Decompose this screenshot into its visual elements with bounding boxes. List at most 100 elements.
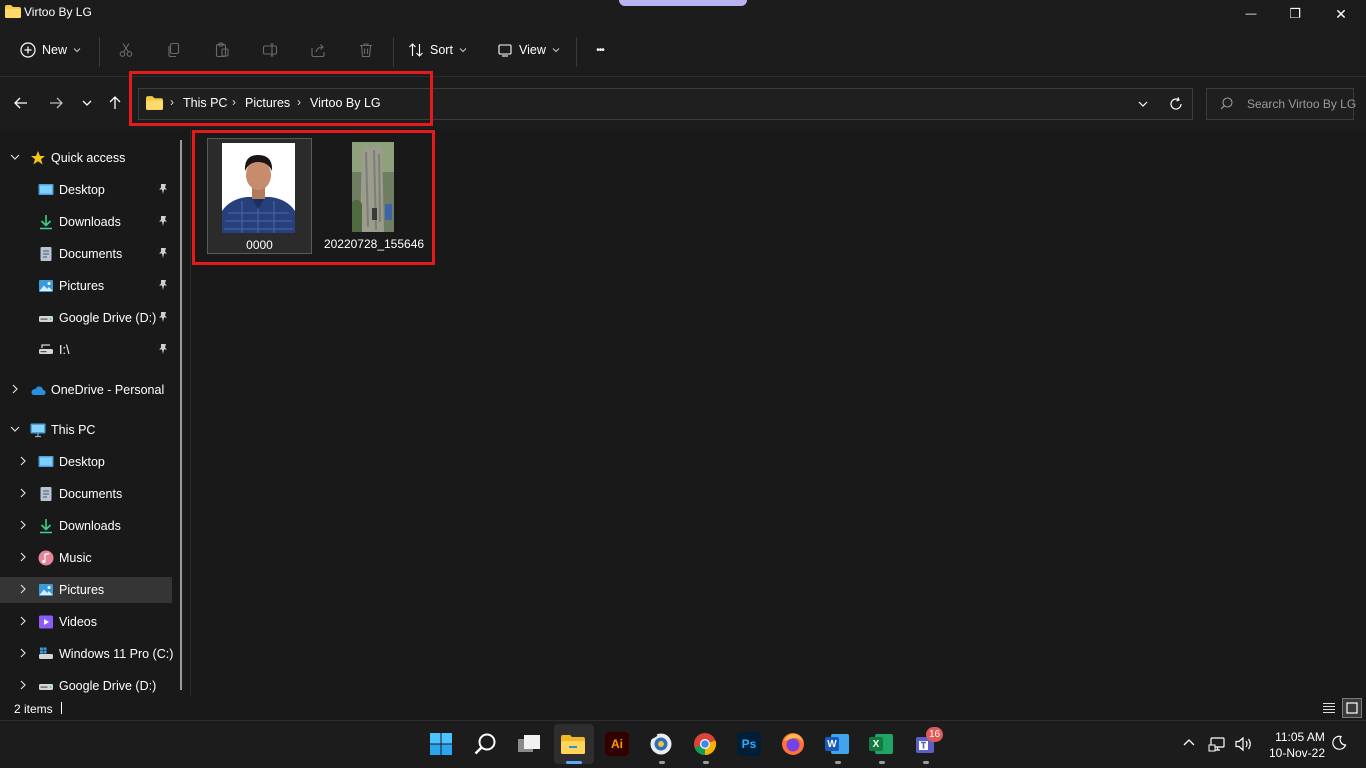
sidebar-item-desktop[interactable]: Desktop xyxy=(0,177,172,203)
clock-date[interactable]: 10-Nov-22 xyxy=(1262,746,1332,760)
pictures-icon xyxy=(39,584,53,596)
sidebar-item-label: Desktop xyxy=(59,183,105,197)
sidebar-item-quick-access[interactable]: Quick access xyxy=(0,145,172,171)
up-button[interactable] xyxy=(104,92,126,114)
refresh-icon xyxy=(1170,97,1182,110)
sort-icon xyxy=(409,43,423,57)
large-icons-view-button[interactable] xyxy=(1342,698,1362,718)
minimize-button[interactable]: — xyxy=(1228,0,1274,28)
chevron-down-icon xyxy=(552,48,560,53)
window-title: Virtoo By LG xyxy=(24,5,92,19)
view-button[interactable]: View xyxy=(491,34,566,66)
taskbar-task-view[interactable] xyxy=(513,728,545,760)
sidebar-item-pc-d-drive[interactable]: Google Drive (D:) xyxy=(0,673,172,699)
sidebar-scrollbar[interactable] xyxy=(180,140,182,690)
photo-app-icon xyxy=(650,733,672,755)
rename-button[interactable] xyxy=(258,38,282,62)
cut-button[interactable] xyxy=(114,38,138,62)
details-view-icon xyxy=(1323,702,1335,714)
maximize-button[interactable]: ❐ xyxy=(1272,0,1318,28)
close-button[interactable]: ✕ xyxy=(1318,0,1364,28)
taskbar-search[interactable] xyxy=(469,728,501,760)
focus-assist-button[interactable] xyxy=(1331,735,1349,753)
recent-locations-button[interactable] xyxy=(76,92,98,114)
volume-control[interactable] xyxy=(1234,735,1254,753)
chevron-right-icon xyxy=(20,456,26,466)
taskbar-word[interactable]: W xyxy=(821,728,853,760)
sidebar-item-pc-documents[interactable]: Documents xyxy=(0,481,172,507)
more-icon: ••• xyxy=(596,44,604,56)
sort-button[interactable]: Sort xyxy=(402,34,473,66)
excel-icon: X xyxy=(869,732,893,756)
sidebar-item-this-pc[interactable]: This PC xyxy=(0,417,172,443)
share-button[interactable] xyxy=(306,38,330,62)
more-options-button[interactable]: ••• xyxy=(588,38,612,62)
files-highlight-box xyxy=(192,130,435,265)
paste-button[interactable] xyxy=(210,38,234,62)
arrow-right-icon xyxy=(50,97,63,109)
chevron-down-icon xyxy=(459,48,467,53)
sidebar-item-pc-downloads[interactable]: Downloads xyxy=(0,513,172,539)
taskbar-file-explorer[interactable] xyxy=(557,728,589,760)
sidebar-item-pc-videos[interactable]: Videos xyxy=(0,609,172,635)
network-status[interactable] xyxy=(1208,735,1228,753)
pin-icon xyxy=(159,248,167,258)
new-button[interactable]: New xyxy=(14,34,87,66)
notification-badge: 16 xyxy=(926,727,943,742)
copy-button[interactable] xyxy=(162,38,186,62)
sidebar-item-pc-music[interactable]: Music xyxy=(0,545,172,571)
details-view-button[interactable] xyxy=(1321,700,1337,716)
taskbar-illustrator[interactable]: Ai xyxy=(601,728,633,760)
pictures-icon xyxy=(39,280,53,292)
sidebar-item-downloads[interactable]: Downloads xyxy=(0,209,172,235)
network-drive-icon xyxy=(39,344,53,354)
desktop-icon xyxy=(38,456,54,467)
sidebar-item-onedrive[interactable]: OneDrive - Personal xyxy=(0,377,172,403)
tray-overflow-button[interactable] xyxy=(1182,736,1198,752)
music-icon xyxy=(38,550,54,566)
taskbar-photoshop[interactable]: Ps xyxy=(733,728,765,760)
sidebar-item-label: Google Drive (D:) xyxy=(59,679,157,693)
status-item-count: 2 items xyxy=(14,702,53,716)
delete-button[interactable] xyxy=(354,38,378,62)
chevron-up-icon xyxy=(1183,739,1195,746)
taskbar xyxy=(0,720,1366,768)
sidebar-item-pc-pictures[interactable]: Pictures xyxy=(0,577,172,603)
back-button[interactable] xyxy=(10,92,32,114)
forward-button[interactable] xyxy=(45,92,67,114)
status-divider xyxy=(61,702,62,714)
sidebar-item-label: Documents xyxy=(59,487,123,501)
sort-label: Sort xyxy=(430,43,453,57)
photoshop-icon: Ps xyxy=(737,732,761,756)
sidebar-item-google-drive[interactable]: Google Drive (D:) xyxy=(0,305,172,331)
chevron-down-icon xyxy=(1138,101,1148,107)
video-icon xyxy=(39,615,53,629)
toolbar-divider xyxy=(576,37,577,67)
taskbar-chrome[interactable] xyxy=(689,728,721,760)
pin-icon xyxy=(159,280,167,290)
sidebar-item-documents[interactable]: Documents xyxy=(0,241,172,267)
address-history-button[interactable] xyxy=(1132,93,1154,115)
tiles-view-icon xyxy=(1346,702,1358,714)
pin-icon xyxy=(159,344,167,354)
taskbar-start[interactable] xyxy=(425,728,457,760)
pane-divider[interactable] xyxy=(190,130,191,696)
volume-icon xyxy=(1235,736,1251,752)
taskbar-photo-app[interactable] xyxy=(645,728,677,760)
taskbar-excel[interactable]: X xyxy=(865,728,897,760)
refresh-button[interactable] xyxy=(1165,93,1187,115)
snap-layout-indicator xyxy=(619,0,747,6)
sidebar-item-pictures[interactable]: Pictures xyxy=(0,273,172,299)
drive-icon xyxy=(39,684,53,690)
clock-time[interactable]: 11:05 AM xyxy=(1270,730,1330,744)
taskbar-firefox[interactable] xyxy=(777,728,809,760)
sidebar-item-label: Documents xyxy=(59,247,123,261)
windows-drive-icon xyxy=(39,647,53,659)
star-icon xyxy=(31,151,45,165)
sidebar-item-pc-desktop[interactable]: Desktop xyxy=(0,449,172,475)
sidebar-item-pc-c-drive[interactable]: Windows 11 Pro (C:) xyxy=(0,641,173,667)
sidebar-item-i-drive[interactable]: I:\ xyxy=(0,337,172,363)
cloud-icon xyxy=(31,386,46,395)
search-input[interactable]: Search Virtoo By LG xyxy=(1247,97,1356,111)
arrow-left-icon xyxy=(14,97,27,109)
